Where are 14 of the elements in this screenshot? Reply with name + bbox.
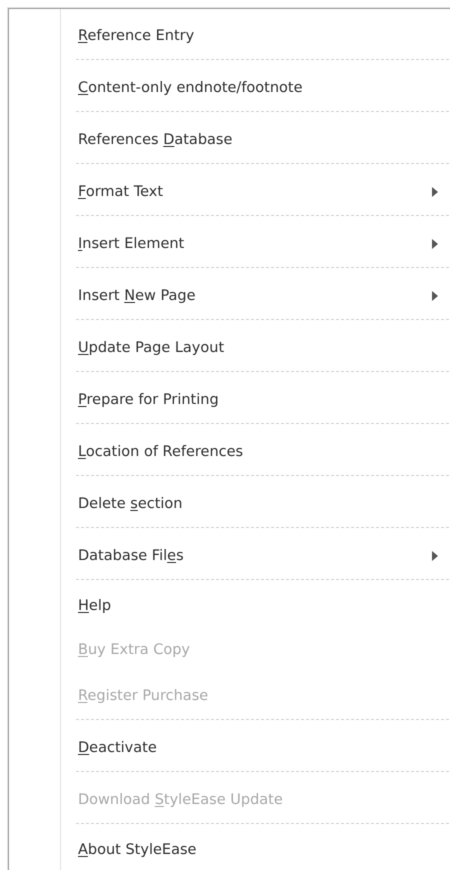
menu-item[interactable]: Insert Element [76,220,450,268]
menu-item[interactable]: Content-only endnote/footnote [76,64,450,112]
menu-item[interactable]: Location of References [76,428,450,476]
menu-item[interactable]: Deactivate [76,724,450,772]
menu-item[interactable]: Database Files [76,532,450,580]
menu-item[interactable]: References Database [76,116,450,164]
menu-item[interactable]: Prepare for Printing [76,376,450,424]
menu-item[interactable]: Help [76,584,450,628]
menu-item[interactable]: Update Page Layout [76,324,450,372]
menu-item[interactable]: Insert New Page [76,272,450,320]
menu-item[interactable]: Delete section [76,480,450,528]
menu-item[interactable]: Reference Entry [76,12,450,60]
menu-item[interactable]: Format Text [76,168,450,216]
menu-item[interactable]: About StyleEase [76,828,450,870]
